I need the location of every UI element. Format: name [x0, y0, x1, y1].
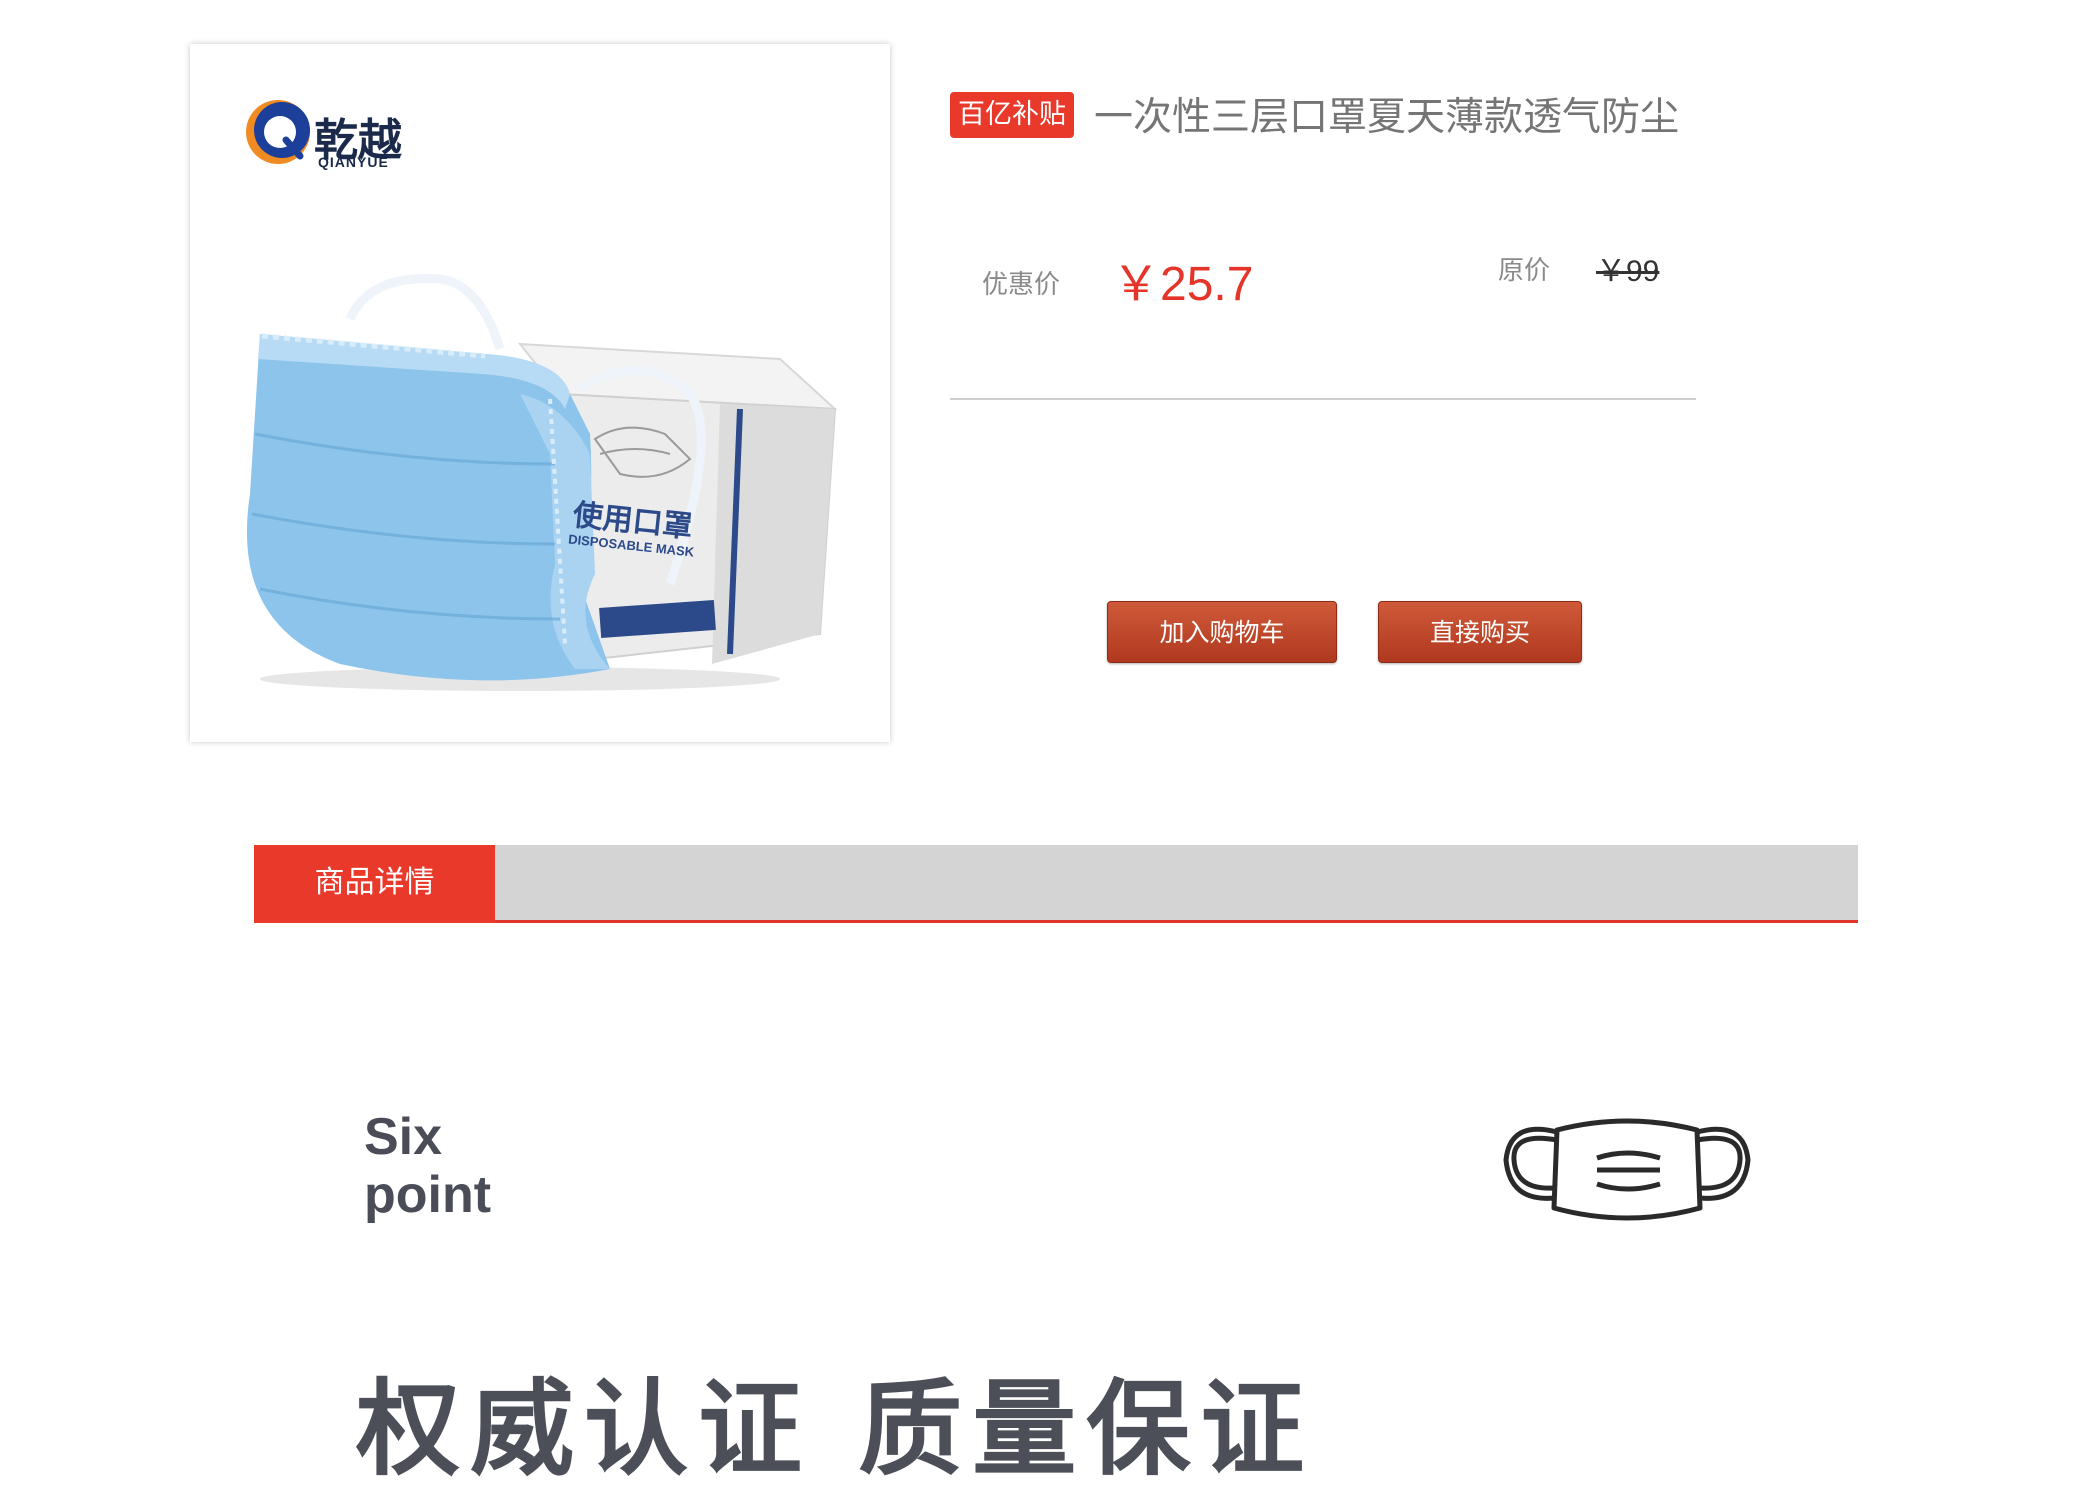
mask-product-illustration: [246, 274, 838, 691]
brand-logo-icon: [246, 100, 310, 164]
discount-price: ￥25.7: [1112, 258, 1254, 311]
product-title: 一次性三层口罩夏天薄款透气防尘: [1094, 95, 1680, 140]
product-image[interactable]: 乾越 QIANYUE 使用口罩 DISPOSABLE MASK: [190, 44, 890, 742]
six-point-line2: point: [364, 1166, 492, 1224]
discount-price-label: 优惠价: [982, 270, 1061, 300]
original-price-label: 原价: [1498, 256, 1551, 286]
tab-product-details[interactable]: 商品详情: [254, 845, 495, 923]
buy-now-button[interactable]: 直接购买: [1378, 601, 1582, 663]
subsidy-badge: 百亿补贴: [950, 92, 1074, 138]
brand-name-en: QIANYUE: [318, 154, 389, 170]
six-point-label: Six point: [364, 1108, 491, 1224]
price-divider: [950, 398, 1696, 400]
six-point-line1: Six: [364, 1108, 443, 1166]
add-to-cart-button[interactable]: 加入购物车: [1107, 601, 1337, 663]
face-mask-icon: [1503, 1118, 1751, 1221]
certification-heading: 权威认证 质量保证: [356, 1368, 1315, 1490]
original-price: ￥99: [1596, 255, 1660, 288]
